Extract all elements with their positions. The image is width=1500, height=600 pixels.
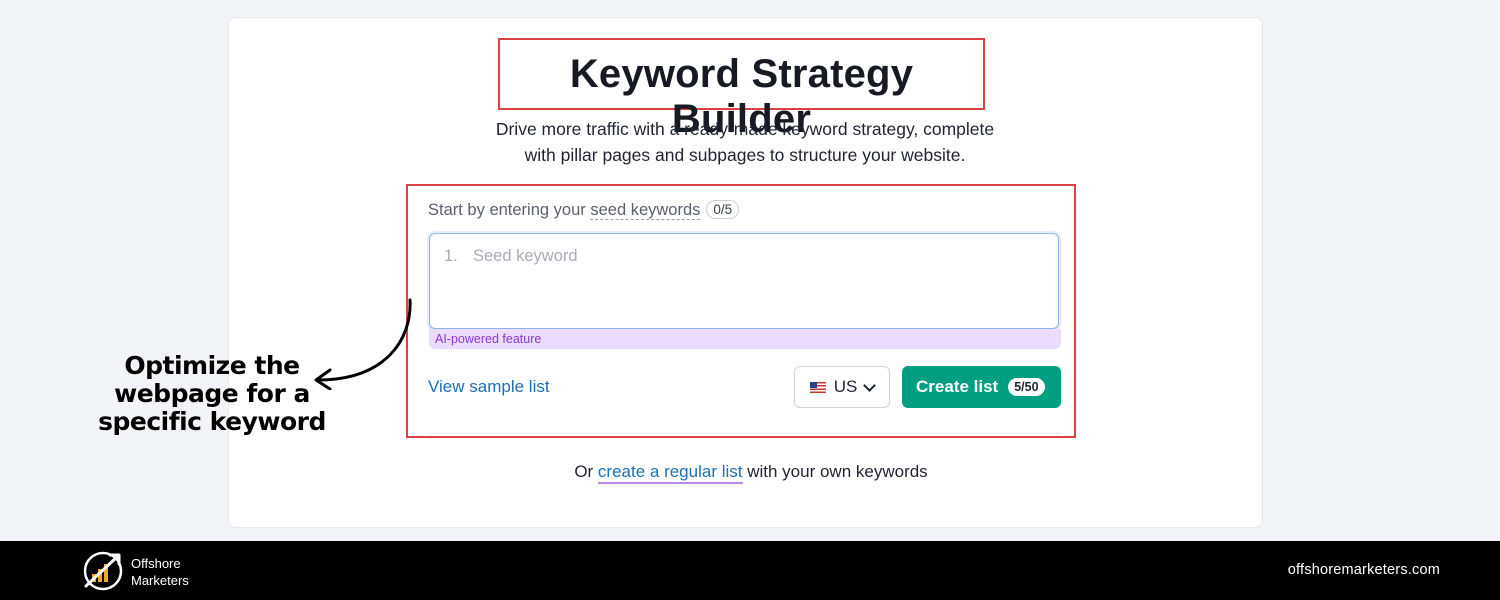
- ai-powered-badge: AI-powered feature: [429, 329, 1061, 349]
- create-list-button[interactable]: Create list 5/50: [902, 366, 1061, 408]
- list-limit-badge: 5/50: [1008, 378, 1045, 396]
- us-flag-icon: [809, 381, 826, 393]
- brand-name: Offshore Marketers: [131, 555, 189, 589]
- brand-footer-bar: [0, 541, 1500, 600]
- offshore-marketers-logo-icon: [83, 551, 123, 591]
- annotation-callout: Optimize the webpage for a specific keyw…: [96, 352, 328, 436]
- country-label: US: [833, 377, 858, 396]
- annotation-line-3: specific keyword: [98, 407, 326, 436]
- annotation-line-1: Optimize the: [124, 351, 300, 380]
- brand-url: offshoremarketers.com: [1287, 562, 1440, 578]
- page-subtitle: Drive more traffic with a ready-made key…: [460, 116, 1030, 168]
- footer-prefix: Or: [574, 462, 598, 481]
- subtitle-line-2: with pillar pages and subpages to struct…: [524, 145, 966, 165]
- seed-keywords-prompt: Start by entering your seed keywords 0/5: [428, 200, 740, 220]
- view-sample-list-link[interactable]: View sample list: [428, 377, 550, 397]
- regular-list-prompt: Or create a regular list with your own k…: [0, 462, 1500, 484]
- footer-suffix: with your own keywords: [742, 462, 928, 481]
- input-line-number: 1.: [444, 247, 458, 265]
- brand-name-line-1: Offshore: [131, 556, 181, 571]
- create-list-label: Create list: [916, 377, 999, 396]
- annotation-line-2: webpage for a: [114, 379, 310, 408]
- country-select[interactable]: US: [794, 366, 890, 408]
- chevron-down-icon: [863, 378, 877, 392]
- seed-keyword-input[interactable]: 1. Seed keyword: [429, 233, 1059, 329]
- subtitle-line-1: Drive more traffic with a ready-made key…: [495, 119, 995, 139]
- prompt-prefix: Start by entering your: [428, 201, 591, 219]
- keyword-counter-badge: 0/5: [706, 200, 740, 219]
- curved-arrow-icon: [314, 298, 412, 390]
- brand-name-line-2: Marketers: [131, 573, 189, 588]
- create-regular-list-link[interactable]: create a regular list: [597, 462, 743, 484]
- seed-keywords-link[interactable]: seed keywords: [590, 201, 701, 220]
- seed-keyword-placeholder: Seed keyword: [473, 247, 578, 265]
- form-divider: [429, 433, 1061, 434]
